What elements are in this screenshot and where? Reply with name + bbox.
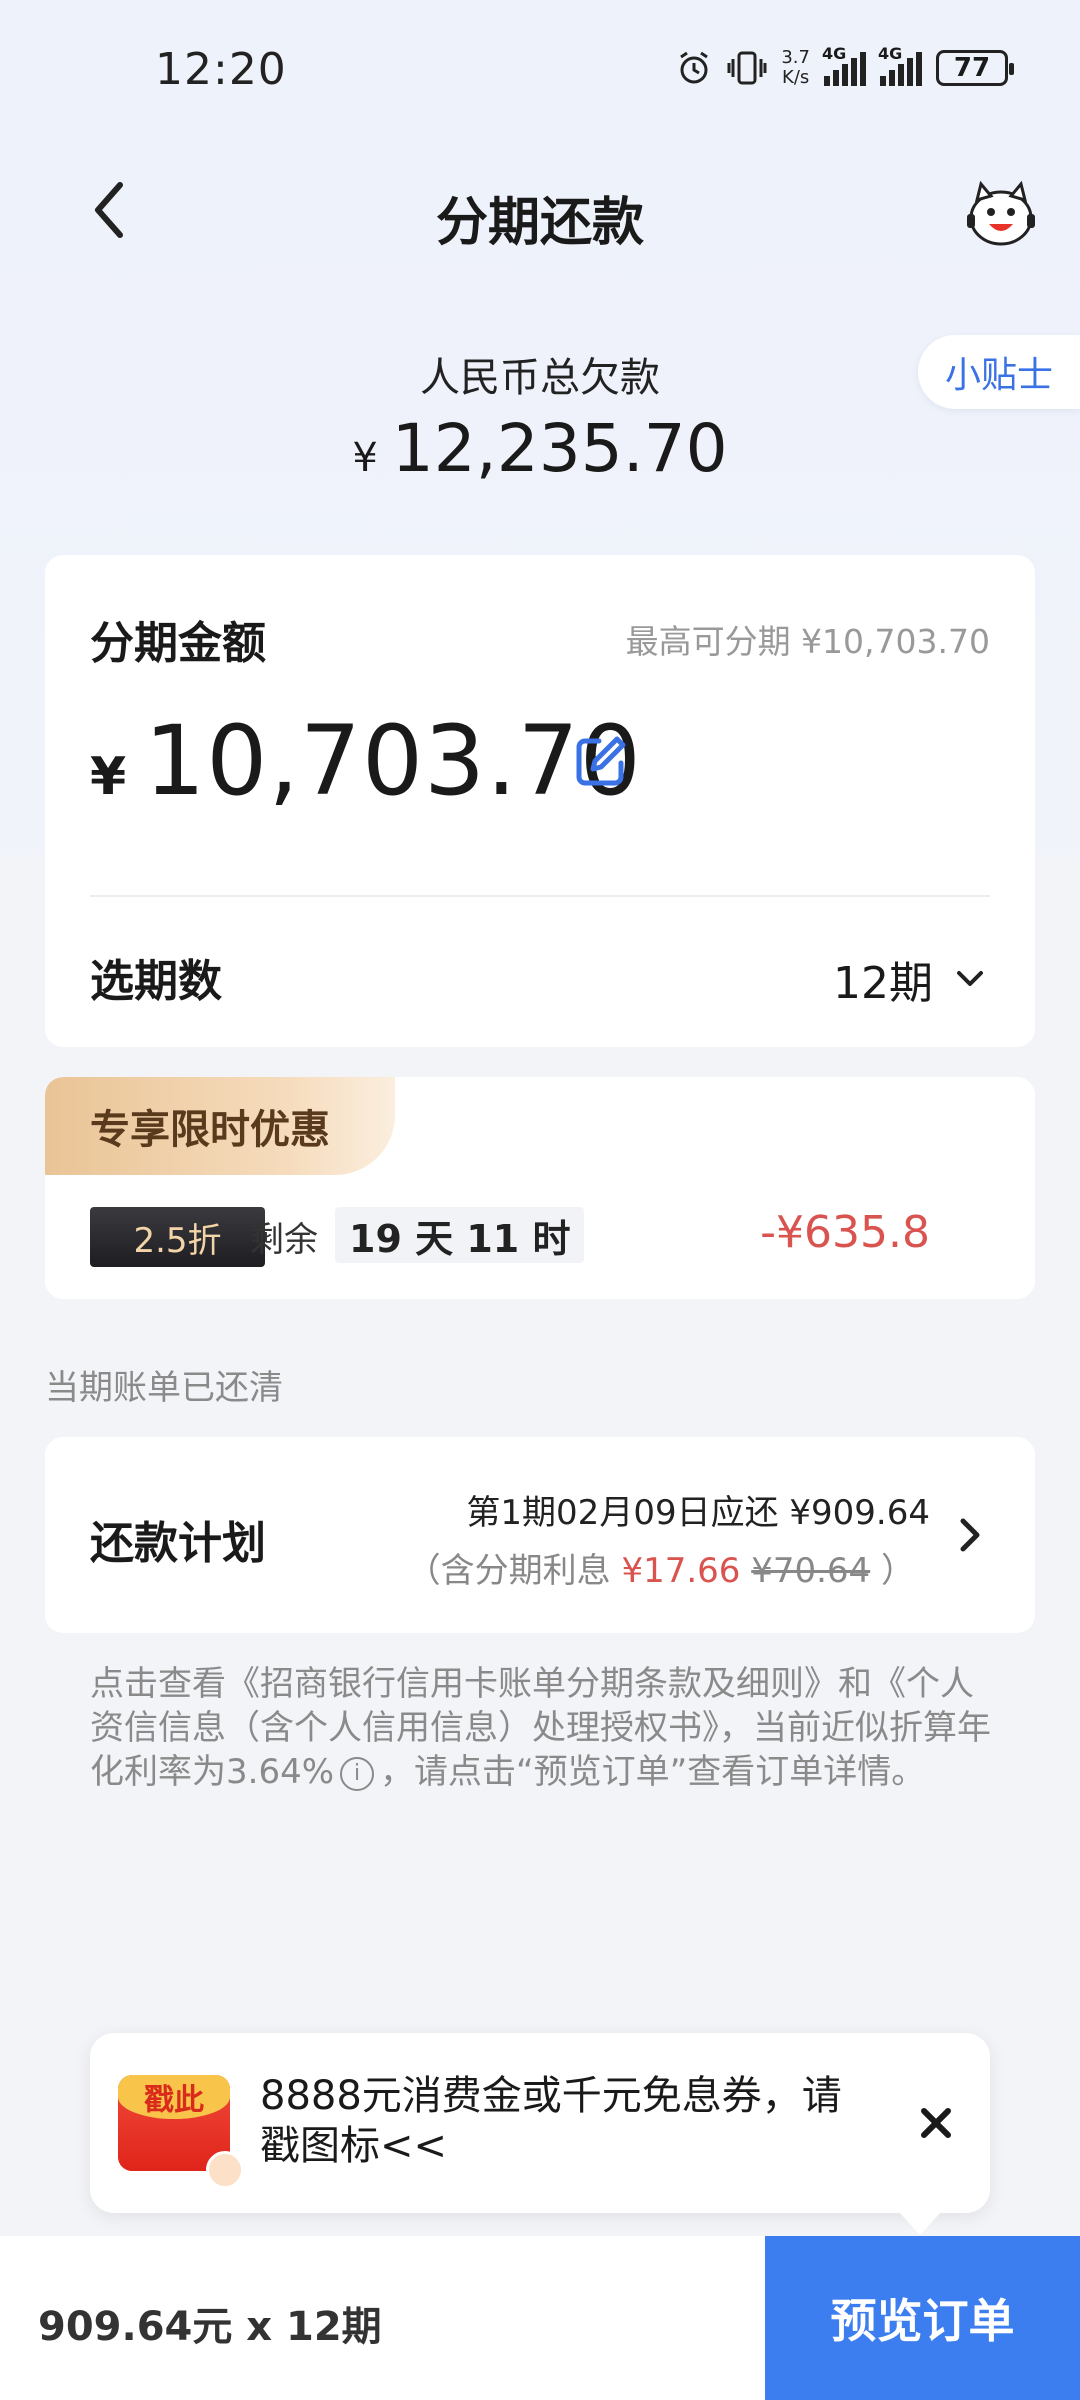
installment-amount-label: 分期金额 (90, 618, 266, 669)
installment-card: 分期金额 最高可分期 ¥10,703.70 ¥ 10,703.70 选期数 12… (45, 555, 1035, 1047)
bill-status-note: 当期账单已还清 (45, 1368, 283, 1408)
net-speed-value: 3.7 (781, 47, 810, 68)
promo-tag: 专享限时优惠 (45, 1077, 395, 1175)
repayment-plan-card[interactable]: 还款计划 第1期02月09日应还 ¥909.64 （含分期利息 ¥17.66 ¥… (45, 1437, 1035, 1633)
bottom-bar: 909.64元 x 12期 预览订单 (0, 2236, 1080, 2400)
battery-indicator: 77 (936, 50, 1014, 86)
red-envelope-icon[interactable]: 戳此 (118, 2075, 244, 2189)
disclaimer-text[interactable]: 点击查看《招商银行信用卡账单分期条款及细则》和《个人资信信息（含个人信用信息）处… (90, 1662, 1000, 1794)
discount-badge: 2.5折 (90, 1207, 265, 1267)
currency-symbol: ¥ (90, 747, 127, 807)
interest-text: （含分期利息 ¥17.66 ¥70.64 ） (407, 1543, 915, 1592)
promo-card: 专享限时优惠 2.5折 剩余 19 天 11 时 -¥635.8 (45, 1077, 1035, 1299)
installment-amount-value: 10,703.70 (144, 705, 642, 817)
red-envelope-label: 戳此 (118, 2075, 230, 2119)
promo-banner[interactable]: 戳此 8888元消费金或千元免息券，请戳图标<< (90, 2033, 990, 2235)
period-label: 选期数 (90, 956, 222, 1007)
interest-prefix: （含分期利息 (406, 1551, 622, 1591)
alarm-icon (680, 51, 709, 84)
period-value: 12期 (833, 958, 933, 1009)
total-debt-amount: ¥12,235.70 (0, 410, 1080, 487)
close-icon[interactable] (908, 2095, 964, 2151)
max-installment-text: 最高可分期 ¥10,703.70 (625, 622, 990, 661)
interest-amount: ¥17.66 (621, 1551, 741, 1591)
tips-button[interactable]: 小贴士 (918, 335, 1080, 409)
disclaimer-tail: ，请点击“预览订单”查看订单详情。 (380, 1752, 926, 1792)
info-icon[interactable]: i (340, 1756, 375, 1791)
period-selector[interactable]: 12期 (833, 947, 985, 1011)
mascot-icon[interactable] (965, 180, 1037, 248)
original-interest: ¥70.64 (751, 1551, 871, 1591)
battery-level: 77 (953, 53, 991, 83)
status-bar: 12:20 3.7 K/s 4G 4G 77 (0, 0, 1080, 140)
remain-countdown: 19 天 11 时 (335, 1207, 585, 1263)
currency-symbol: ¥ (352, 435, 378, 481)
chevron-down-icon (957, 971, 983, 986)
installment-amount: ¥ 10,703.70 (90, 705, 642, 817)
repayment-plan-label: 还款计划 (90, 1518, 266, 1569)
signal-strength-1: 4G (822, 44, 866, 86)
divider (90, 895, 990, 897)
preview-order-button[interactable]: 预览订单 (765, 2236, 1080, 2400)
signal-type-2: 4G (878, 44, 903, 63)
signal-type-1: 4G (822, 44, 847, 63)
chevron-right-icon (960, 1518, 980, 1552)
page-title: 分期还款 (435, 193, 644, 253)
net-speed: 3.7 K/s (781, 48, 810, 88)
status-time: 12:20 (155, 44, 287, 95)
net-speed-unit: K/s (782, 67, 810, 88)
first-payment-text: 第1期02月09日应还 ¥909.64 (466, 1493, 930, 1533)
vibrate-icon (727, 51, 767, 85)
status-icons: 3.7 K/s 4G 4G 77 (675, 44, 1014, 88)
edit-icon[interactable] (573, 733, 629, 789)
payment-summary: 909.64元 x 12期 (38, 2304, 382, 2350)
interest-suffix: ） (870, 1551, 915, 1591)
signal-strength-2: 4G (878, 44, 922, 86)
total-debt-value: 12,235.70 (391, 410, 728, 487)
banner-text: 8888元消费金或千元免息券，请戳图标<< (260, 2073, 842, 2169)
hand-icon (206, 2151, 244, 2189)
saving-amount: -¥635.8 (760, 1207, 930, 1258)
remain-label: 剩余 (250, 1220, 318, 1260)
